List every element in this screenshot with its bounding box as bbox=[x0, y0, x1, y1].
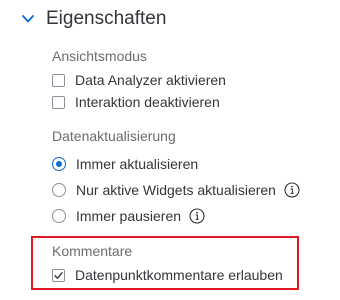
data-analyzer-checkbox[interactable] bbox=[52, 73, 65, 87]
info-icon[interactable] bbox=[189, 208, 205, 224]
info-icon[interactable] bbox=[284, 182, 300, 198]
data-analyzer-checkbox-row[interactable]: Data Analyzer aktivieren bbox=[52, 70, 226, 90]
active-widgets-radio[interactable] bbox=[52, 183, 66, 197]
datapoint-comments-checkbox-row[interactable]: Datenpunktkommentare erlauben bbox=[52, 265, 283, 285]
datapoint-comments-label: Datenpunktkommentare erlauben bbox=[75, 267, 283, 283]
datapoint-comments-checkbox[interactable] bbox=[52, 268, 65, 282]
always-refresh-label: Immer aktualisieren bbox=[76, 156, 199, 172]
active-widgets-radio-row[interactable]: Nur aktive Widgets aktualisieren bbox=[52, 180, 300, 200]
data-analyzer-label: Data Analyzer aktivieren bbox=[75, 72, 226, 88]
always-pause-radio-row[interactable]: Immer pausieren bbox=[52, 206, 205, 226]
disable-interaction-label: Interaktion deaktivieren bbox=[75, 94, 220, 110]
properties-section-header[interactable]: Eigenschaften bbox=[20, 8, 166, 30]
section-title: Eigenschaften bbox=[46, 8, 167, 29]
comments-label: Kommentare bbox=[52, 243, 133, 259]
always-refresh-radio[interactable] bbox=[52, 157, 66, 171]
view-mode-label: Ansichtsmodus bbox=[52, 48, 147, 64]
radio-selected-dot bbox=[56, 161, 62, 167]
always-pause-label: Immer pausieren bbox=[76, 208, 182, 224]
always-refresh-radio-row[interactable]: Immer aktualisieren bbox=[52, 154, 198, 174]
checkmark-icon bbox=[54, 271, 63, 279]
disable-interaction-checkbox-row[interactable]: Interaktion deaktivieren bbox=[52, 92, 220, 112]
disable-interaction-checkbox[interactable] bbox=[52, 95, 65, 109]
active-widgets-label: Nur aktive Widgets aktualisieren bbox=[76, 182, 276, 198]
data-refresh-label: Datenaktualisierung bbox=[52, 128, 176, 144]
chevron-down-icon bbox=[20, 11, 36, 27]
always-pause-radio[interactable] bbox=[52, 209, 66, 223]
